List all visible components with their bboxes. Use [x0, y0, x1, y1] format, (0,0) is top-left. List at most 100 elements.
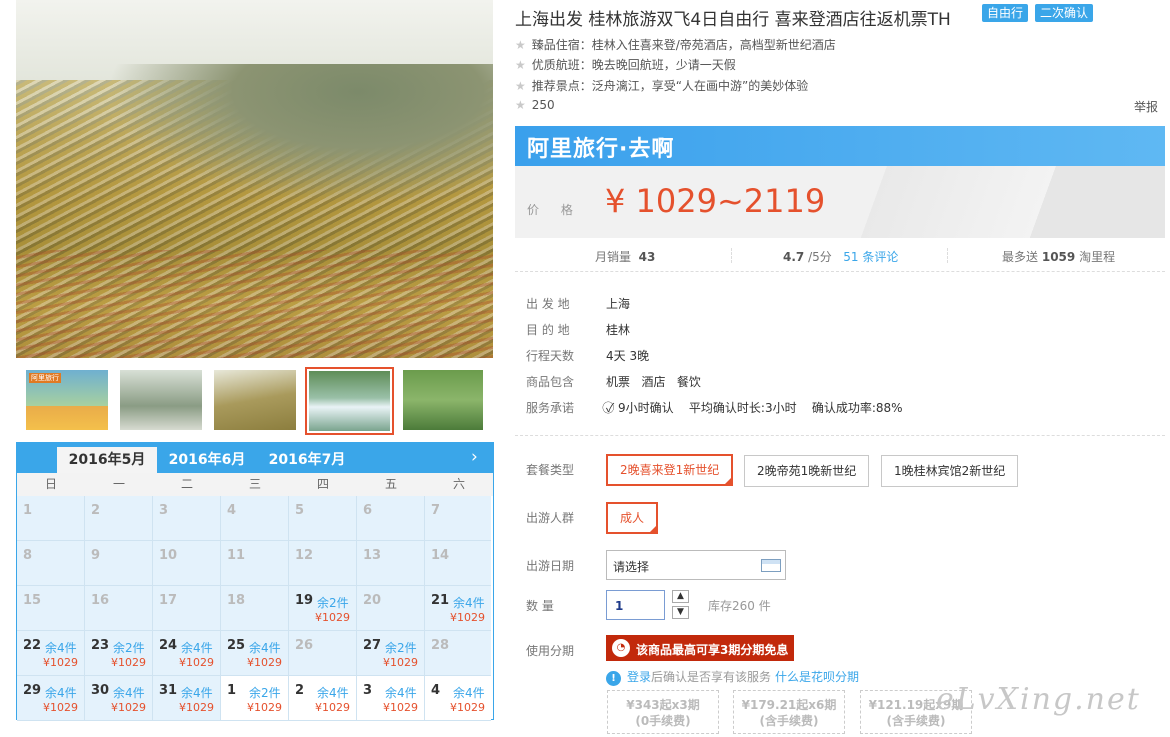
- login-link[interactable]: 登录: [627, 670, 651, 684]
- feature-text: 臻品住宿：桂林入住喜来登/帝苑酒店，高档型新世纪酒店: [531, 38, 836, 52]
- installment-plan-3[interactable]: ¥343起x3期 (0手续费): [607, 690, 719, 734]
- calendar-day[interactable]: 22 余4件 ¥1029: [17, 631, 85, 676]
- day-stock: 余4件: [317, 686, 349, 700]
- decrement-icon[interactable]: ▼: [672, 606, 689, 619]
- day-number: 9: [91, 548, 101, 563]
- day-price: ¥1029: [111, 656, 146, 669]
- calendar-day: 11: [221, 541, 289, 586]
- weekday-label: 五: [384, 477, 397, 491]
- what-is-huabei-link[interactable]: 什么是花呗分期: [775, 670, 859, 684]
- day-stock: 余4件: [385, 686, 417, 700]
- day-stock: 余2件: [385, 641, 417, 655]
- miles-prefix: 最多送: [1002, 250, 1039, 264]
- calendar-day: 17: [153, 586, 221, 631]
- day-stock: 余4件: [249, 641, 281, 655]
- day-number: 16: [91, 593, 110, 608]
- thumbnail-2[interactable]: [120, 370, 202, 430]
- calendar-day[interactable]: 31 余4件 ¥1029: [153, 676, 221, 721]
- day-number: 31: [159, 683, 178, 698]
- calendar-day[interactable]: 29 余4件 ¥1029: [17, 676, 85, 721]
- thumbnail-3[interactable]: [214, 370, 296, 430]
- quantity-input[interactable]: 1: [606, 590, 665, 620]
- calendar-day[interactable]: 1 余2件 ¥1029: [221, 676, 289, 721]
- calendar-day[interactable]: 30 余4件 ¥1029: [85, 676, 153, 721]
- price-label: 价 格: [527, 203, 582, 217]
- weekday-label: 三: [248, 477, 261, 491]
- calendar-day[interactable]: 4 余4件 ¥1029: [425, 676, 491, 721]
- calendar-day: 9: [85, 541, 153, 586]
- huabei-icon: ◔: [612, 639, 630, 657]
- calendar-day: 8: [17, 541, 85, 586]
- traveler-option-adult[interactable]: 成人: [606, 502, 659, 535]
- thumbnail-1[interactable]: 阿里旅行: [26, 370, 108, 430]
- reviews-link[interactable]: 51 条评论: [843, 250, 898, 264]
- calendar-icon[interactable]: [761, 559, 781, 572]
- weekday-label: 六: [452, 477, 465, 491]
- day-number: 1: [227, 683, 237, 698]
- calendar-day[interactable]: 24 余4件 ¥1029: [153, 631, 221, 676]
- calendar-day: 18: [221, 586, 289, 631]
- package-option-3[interactable]: 1晚桂林宾馆2新世纪: [881, 455, 1019, 487]
- calendar-day[interactable]: 19 余2件 ¥1029: [289, 586, 357, 631]
- day-number: 22: [23, 638, 42, 653]
- day-stock: 余2件: [113, 641, 145, 655]
- package-label: 套餐类型: [526, 463, 575, 477]
- installment-plan-6[interactable]: ¥179.21起x6期 (含手续费): [733, 690, 845, 734]
- calendar-day[interactable]: 25 余4件 ¥1029: [221, 631, 289, 676]
- next-month-arrow-icon[interactable]: ›: [471, 447, 478, 467]
- calendar-day: 10: [153, 541, 221, 586]
- installment-button-label: 该商品最高可享3期分期免息: [636, 643, 789, 657]
- calendar-day[interactable]: 27 余2件 ¥1029: [357, 631, 425, 676]
- info-label: 服务承诺: [526, 401, 575, 415]
- report-link[interactable]: 举报: [1134, 98, 1158, 115]
- calendar-day: 13: [357, 541, 425, 586]
- divider: [731, 248, 732, 263]
- thumbnail-5[interactable]: [403, 370, 483, 430]
- quantity-value: 1: [615, 599, 624, 613]
- info-value: 上海: [606, 297, 631, 311]
- day-stock: 余4件: [181, 641, 213, 655]
- info-icon: !: [606, 671, 621, 686]
- plan-amount: ¥179.21起x6期: [741, 698, 837, 712]
- calendar-day[interactable]: 21 余4件 ¥1029: [425, 586, 491, 631]
- miles-value: 1059: [1041, 250, 1076, 264]
- installment-button[interactable]: ◔ 该商品最高可享3期分期免息: [606, 635, 794, 661]
- day-price: ¥1029: [179, 656, 214, 669]
- note-text: 后确认是否享有该服务: [651, 670, 772, 684]
- package-option-1[interactable]: 2晚喜来登1新世纪: [606, 454, 734, 487]
- info-label: 商品包含: [526, 375, 575, 389]
- thumbnail-4-selected[interactable]: [305, 367, 394, 435]
- day-number: 4: [227, 503, 237, 518]
- calendar-day: 3: [153, 496, 221, 541]
- day-price: ¥1029: [43, 701, 78, 714]
- calendar-day: 28: [425, 631, 491, 676]
- miles: 最多送 1059 淘里程: [1002, 248, 1115, 265]
- day-price: ¥1029: [383, 656, 418, 669]
- departure-calendar: 2016年5月 2016年6月 2016年7月 › 日一二三四五六 123456…: [16, 442, 494, 721]
- thumbnail-label: 阿里旅行: [29, 373, 61, 383]
- miles-suffix: 淘里程: [1079, 250, 1116, 264]
- day-stock: 余4件: [45, 641, 77, 655]
- day-price: ¥1029: [450, 701, 485, 714]
- calendar-day: 20: [357, 586, 425, 631]
- increment-icon[interactable]: ▲: [672, 590, 689, 603]
- monthly-sales: 月销量 43: [595, 248, 655, 265]
- calendar-day[interactable]: 2 余4件 ¥1029: [289, 676, 357, 721]
- tab-month-july[interactable]: 2016年7月: [257, 447, 357, 473]
- tab-month-june[interactable]: 2016年6月: [157, 447, 257, 473]
- favorite-count[interactable]: ★ 250: [515, 98, 555, 112]
- price-box: 价 格 ¥ 1029~2119: [515, 166, 1165, 238]
- calendar-day[interactable]: 23 余2件 ¥1029: [85, 631, 153, 676]
- plan-fee: (0手续费): [635, 714, 691, 728]
- star-icon: ★: [515, 38, 526, 52]
- travel-date-picker[interactable]: 请选择: [606, 550, 786, 580]
- monthly-sales-value: 43: [638, 250, 656, 264]
- calendar-day: 26: [289, 631, 357, 676]
- day-number: 1: [23, 503, 33, 518]
- day-stock: 余4件: [113, 686, 145, 700]
- day-stock: 余4件: [453, 686, 485, 700]
- calendar-day[interactable]: 3 余4件 ¥1029: [357, 676, 425, 721]
- tab-month-may[interactable]: 2016年5月: [57, 447, 157, 473]
- package-option-2[interactable]: 2晚帝苑1晚新世纪: [744, 455, 870, 487]
- day-number: 5: [295, 503, 305, 518]
